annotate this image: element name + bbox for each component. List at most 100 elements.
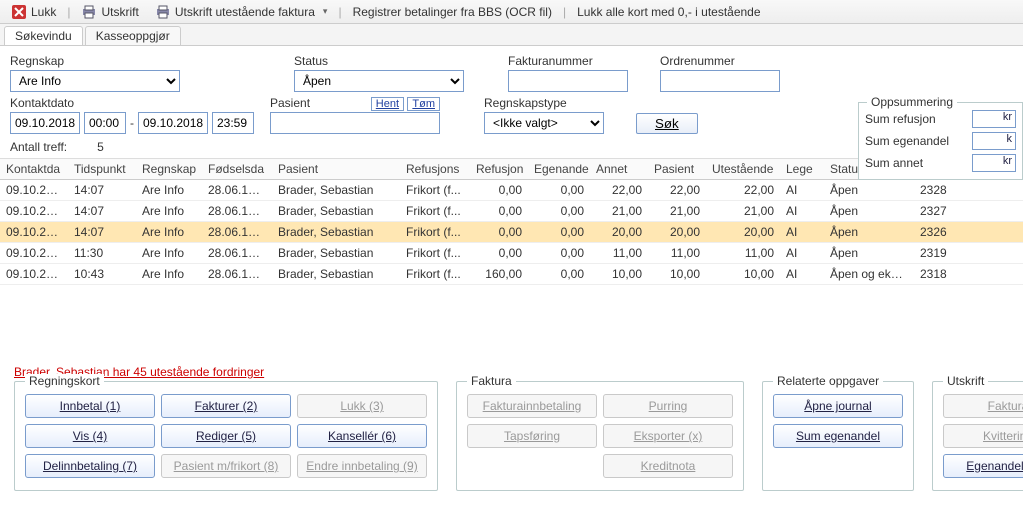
registrer-button[interactable]: Registrer betalinger fra BBS (OCR fil) — [346, 2, 559, 22]
table-row[interactable]: 09.10.201814:07Are Info28.06.1993Brader,… — [0, 222, 1023, 243]
kontaktdato-to-time[interactable] — [212, 112, 254, 134]
ordrenummer-input[interactable] — [660, 70, 780, 92]
col-refusjon[interactable]: Refusjon — [470, 159, 528, 180]
pasientm-button[interactable]: Pasient m/frikort (8) — [161, 454, 291, 478]
opps-annet-label: Sum annet — [865, 156, 923, 170]
kanseller-button[interactable]: Kansellér (6) — [297, 424, 427, 448]
cell-rk: Are Info — [136, 222, 202, 243]
cell-rf: 0,00 — [470, 201, 528, 222]
table-row[interactable]: 09.10.201811:30Are Info28.06.1993Brader,… — [0, 243, 1023, 264]
opps-refusjon-value: kr — [972, 110, 1016, 128]
status-label: Status — [294, 54, 464, 68]
col-tidspunkt[interactable]: Tidspunkt — [68, 159, 136, 180]
cell-on: 2319 — [914, 243, 974, 264]
lukk-button[interactable]: Lukk — [4, 1, 63, 23]
regnskap-label: Regnskap — [10, 54, 180, 68]
kreditnota-button[interactable]: Kreditnota — [603, 454, 733, 478]
cell-ut: 11,00 — [706, 243, 780, 264]
regnskap-select[interactable]: Are Info — [10, 70, 180, 92]
rediger-button[interactable]: Rediger (5) — [161, 424, 291, 448]
cell-ps: Brader, Sebastian — [272, 180, 400, 201]
cell-fd: 28.06.1993 — [202, 180, 272, 201]
lukk3-button[interactable]: Lukk (3) — [297, 394, 427, 418]
col-egenandel[interactable]: Egenande — [528, 159, 590, 180]
tom-button[interactable]: Tøm — [407, 97, 440, 111]
col-lege[interactable]: Lege — [780, 159, 824, 180]
opps-title: Oppsummering — [867, 95, 957, 109]
cell-ps: Brader, Sebastian — [272, 243, 400, 264]
table-row[interactable]: 09.10.201810:43Are Info28.06.1993Brader,… — [0, 264, 1023, 285]
kontaktdato-from-date[interactable] — [10, 112, 80, 134]
kvittering-button[interactable]: Kvittering — [943, 424, 1023, 448]
cell-st: Åpen — [824, 243, 914, 264]
kontaktdato-from-time[interactable] — [84, 112, 126, 134]
regnskapstype-label: Regnskapstype — [484, 96, 604, 110]
kontaktdato-to-date[interactable] — [138, 112, 208, 134]
cell-eg: 0,00 — [528, 264, 590, 285]
toolbar-separator: | — [336, 5, 343, 19]
endre-button[interactable]: Endre innbetaling (9) — [297, 454, 427, 478]
purring-button[interactable]: Purring — [603, 394, 733, 418]
utskrift-utest-label: Utskrift utestående faktura — [175, 5, 315, 19]
fakturainn-button[interactable]: Fakturainnbetaling — [467, 394, 597, 418]
cell-an: 22,00 — [590, 180, 648, 201]
col-utestaende[interactable]: Utestående — [706, 159, 780, 180]
cell-ut: 20,00 — [706, 222, 780, 243]
cell-eg: 0,00 — [528, 201, 590, 222]
col-regnskap[interactable]: Regnskap — [136, 159, 202, 180]
tab-kasseoppgjor[interactable]: Kasseoppgjør — [85, 26, 181, 45]
col-fodselsdato[interactable]: Fødselsda — [202, 159, 272, 180]
table-row[interactable]: 09.10.201814:07Are Info28.06.1993Brader,… — [0, 180, 1023, 201]
vis-button[interactable]: Vis (4) — [25, 424, 155, 448]
cell-rk: Are Info — [136, 243, 202, 264]
tab-sokevindu[interactable]: Søkevindu — [4, 26, 83, 45]
cell-tp: 11:30 — [68, 243, 136, 264]
cell-ps: Brader, Sebastian — [272, 264, 400, 285]
opps-egenandel-label: Sum egenandel — [865, 134, 949, 148]
cell-fn — [974, 222, 1023, 243]
cell-fd: 28.06.1993 — [202, 201, 272, 222]
utskrift-utest-button[interactable]: Utskrift utestående faktura — [148, 1, 335, 23]
printer-icon — [81, 4, 97, 20]
col-kontaktdato[interactable]: Kontaktda — [0, 159, 68, 180]
tapsforing-button[interactable]: Tapsføring — [467, 424, 597, 448]
cell-ut: 10,00 — [706, 264, 780, 285]
table-row[interactable]: 09.10.201814:07Are Info28.06.1993Brader,… — [0, 201, 1023, 222]
lukkalle-button[interactable]: Lukk alle kort med 0,- i utestående — [570, 2, 767, 22]
fakturanummer-input[interactable] — [508, 70, 628, 92]
cell-ps: Brader, Sebastian — [272, 222, 400, 243]
close-icon — [11, 4, 27, 20]
egenandelskort-button[interactable]: Egenandelskort — [943, 454, 1023, 478]
cell-st: Åpen — [824, 201, 914, 222]
printer-icon — [155, 4, 171, 20]
pasient-input[interactable] — [270, 112, 440, 134]
col-pasient[interactable]: Pasient — [272, 159, 400, 180]
sumegen-button[interactable]: Sum egenandel — [773, 424, 903, 448]
cell-eg: 0,00 — [528, 243, 590, 264]
eksporterx-button[interactable]: Eksporter (x) — [603, 424, 733, 448]
cell-rfs: Frikort (f... — [400, 180, 470, 201]
cell-rf: 0,00 — [470, 222, 528, 243]
col-refusjons[interactable]: Refusjons — [400, 159, 470, 180]
hent-button[interactable]: Hent — [371, 97, 404, 111]
sok-button[interactable]: Søk — [636, 113, 698, 134]
innbetal-button[interactable]: Innbetal (1) — [25, 394, 155, 418]
utskrift-button[interactable]: Utskrift — [74, 1, 145, 23]
apnejournal-button[interactable]: Åpne journal — [773, 394, 903, 418]
cell-kd: 09.10.2018 — [0, 180, 68, 201]
delinn-button[interactable]: Delinnbetaling (7) — [25, 454, 155, 478]
cell-pc: 21,00 — [648, 201, 706, 222]
status-select[interactable]: Åpen — [294, 70, 464, 92]
cell-rfs: Frikort (f... — [400, 201, 470, 222]
fakturap-button[interactable]: Faktura — [943, 394, 1023, 418]
col-pasient2[interactable]: Pasient — [648, 159, 706, 180]
fakturer-button[interactable]: Fakturer (2) — [161, 394, 291, 418]
opps-refusjon-label: Sum refusjon — [865, 112, 936, 126]
cell-rf: 160,00 — [470, 264, 528, 285]
col-annet[interactable]: Annet — [590, 159, 648, 180]
tab-bar: Søkevindu Kasseoppgjør — [0, 24, 1023, 46]
faktura-title: Faktura — [467, 374, 516, 388]
cell-on: 2318 — [914, 264, 974, 285]
cell-rk: Are Info — [136, 180, 202, 201]
regnskapstype-select[interactable]: <Ikke valgt> — [484, 112, 604, 134]
